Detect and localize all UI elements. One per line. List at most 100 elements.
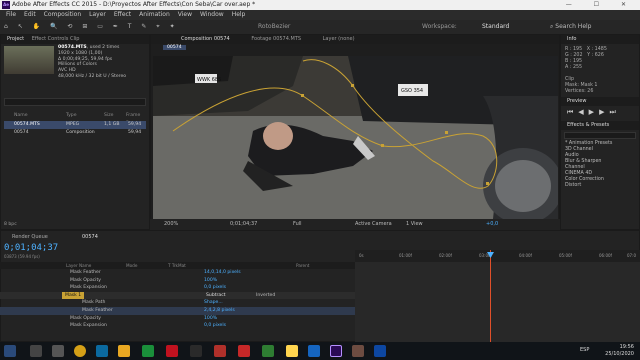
menu-effect[interactable]: Effect [114,10,131,20]
time-ruler[interactable]: 0s 01:00f 02:00f 03:00f 04:00f 05:00f 06… [355,250,640,262]
comp-breadcrumb[interactable]: 00574 [163,45,186,50]
project-columns: Name Type Size Frame R... [14,113,141,126]
composition-tabs: Composition 00574 Footage 00574.MTS Laye… [151,35,559,44]
search-icon[interactable] [30,345,42,357]
rotobezier-label[interactable]: RotoBezier [258,20,290,34]
preview-controls[interactable]: ⏮◀▶▶⏭ [561,106,639,121]
effect-category[interactable]: 3D Channel [565,147,593,152]
tool-icons[interactable]: ⌂ ↖ ✋ 🔍 ⟲ ⊞ ▭ ✒ T ✎ ⌖ ✦ [4,20,179,34]
tab-render-queue[interactable]: Render Queue [12,232,48,242]
window-title: Adobe After Effects CC 2015 - D:\Proyect… [12,1,256,8]
menu-view[interactable]: View [178,10,192,20]
viewer-controls: 200% 0;01;04;37 Full Active Camera 1 Vie… [150,219,560,230]
windows-taskbar: ESP 19:56 25/10/2020 [0,342,640,360]
menu-window[interactable]: Window [200,10,224,20]
property-row[interactable]: Mask Feather 14,0,14,0 pixels [0,269,355,277]
workspace-select[interactable]: Standard [482,20,509,34]
menu-layer[interactable]: Layer [89,10,106,20]
inverted-checkbox[interactable]: Inverted [256,292,275,300]
menu-composition[interactable]: Composition [44,10,81,20]
mask-mode-select[interactable]: Subtract [206,292,226,300]
property-row[interactable]: Mask Feather 2,4,2,8 pixels [0,306,355,315]
app-icon[interactable] [214,345,226,357]
views-select[interactable]: 1 View [406,219,423,230]
timeline-graph[interactable] [355,250,640,342]
menu-edit[interactable]: Edit [24,10,36,20]
language-indicator[interactable]: ESP [580,347,589,353]
effects-list: * Animation Presets 3D Channel Audio Blu… [561,141,639,189]
app-icon[interactable] [352,345,364,357]
layer-properties: Mask Feather 14,0,14,0 pixels Mask Opacit… [0,269,355,330]
effect-category[interactable]: Channel [565,165,585,170]
viewer-timecode[interactable]: 0;01;04;37 [230,219,257,230]
property-row[interactable]: Mask Opacity 100% [0,315,355,323]
tab-preview[interactable]: Preview [567,98,586,104]
project-item[interactable]: 00574.MTS MPEG 1,1 GB 59,94 [4,121,146,129]
acrobat-icon[interactable] [166,345,178,357]
mask-row[interactable]: Mask 1 Subtract Inverted [0,291,355,300]
right-panels: Info R : 195 X : 1485 G : 202 Y : 626 B … [560,34,640,230]
property-row[interactable]: Mask Opacity 100% [0,277,355,285]
effect-category[interactable]: Audio [565,153,579,158]
tab-project[interactable]: Project [7,36,24,42]
tab-00574[interactable]: 00574 [82,232,98,242]
effect-category[interactable]: * Animation Presets [565,141,612,146]
clock[interactable]: 19:56 25/10/2020 [605,344,634,357]
info-readout: R : 195 X : 1485 G : 202 Y : 626 B : 195… [565,47,607,94]
effect-category[interactable]: Distort [565,183,581,188]
file-explorer-icon[interactable] [118,345,130,357]
workspace-label: Workspace: [422,23,457,30]
viewer-image: WWK 685 GSO 354 [153,56,558,219]
project-tabs: Project Effect Controls Clip [1,35,149,44]
title-bar: Ae Adobe After Effects CC 2015 - D:\Proy… [0,0,640,10]
tab-effect-controls[interactable]: Effect Controls Clip [32,36,80,42]
search-help-field[interactable]: ⌕ Search Help [550,20,591,34]
property-row[interactable]: Mask Expansion 0,0 pixels [0,284,355,292]
tab-effects-presets[interactable]: Effects & Presets [567,122,609,128]
after-effects-logo-icon: Ae [2,1,10,9]
task-view-icon[interactable] [52,345,64,357]
property-row[interactable]: Mask Path Shape... [0,299,355,307]
app-icon[interactable] [142,345,154,357]
effect-category[interactable]: Color Correction [565,177,604,182]
tab-footage[interactable]: Footage 00574.MTS [251,36,301,42]
tools-bar: ⌂ ↖ ✋ 🔍 ⟲ ⊞ ▭ ✒ T ✎ ⌖ ✦ RotoBezier Works… [0,20,640,34]
effect-category[interactable]: CINEMA 4D [565,171,592,176]
chrome-icon[interactable] [74,345,86,357]
timeline-timecode[interactable]: 0;01;04;37 [4,243,58,253]
app-icon[interactable] [262,345,274,357]
project-search-input[interactable] [4,98,146,106]
effects-search-input[interactable] [564,132,636,139]
app-icon[interactable] [374,345,386,357]
composition-viewer[interactable]: WWK 685 GSO 354 [153,56,558,219]
property-row[interactable]: Mask Expansion 0,0 pixels [0,322,355,330]
menu-bar: File Edit Composition Layer Effect Anima… [0,10,640,20]
zoom-select[interactable]: 200% [164,219,178,230]
svg-text:WWK 685: WWK 685 [197,77,221,83]
project-item[interactable]: 00574 Composition 59,94 [4,129,146,137]
effect-category[interactable]: Blur & Sharpen [565,159,601,164]
tab-composition[interactable]: Composition 00574 [181,36,230,42]
app-icon[interactable] [308,345,320,357]
start-icon[interactable] [4,345,16,357]
camera-select[interactable]: Active Camera [355,219,392,230]
resolution-select[interactable]: Full [293,219,302,230]
timeline-frame-info: 03873 (59.94 fps) [4,254,40,259]
menu-help[interactable]: Help [232,10,246,20]
footage-thumbnail [4,46,54,74]
tab-layer[interactable]: Layer (none) [323,36,355,42]
tab-info[interactable]: Info [567,36,576,42]
app-icon[interactable] [190,345,202,357]
app-icon[interactable] [238,345,250,357]
footage-name: 00574.MTS [58,45,87,50]
playhead[interactable] [490,250,491,342]
menu-file[interactable]: File [6,10,16,20]
edge-icon[interactable] [96,345,108,357]
menu-animation[interactable]: Animation [139,10,170,20]
app-icon[interactable] [286,345,298,357]
bpc-label[interactable]: 8 bpc [4,222,17,227]
exposure-value[interactable]: +0,0 [486,219,498,230]
window-controls[interactable]: — ☐ ✕ [566,0,636,10]
after-effects-icon[interactable] [330,345,342,357]
footage-info: 00574.MTS, used 2 times 1920 x 1080 (1,0… [58,45,127,79]
